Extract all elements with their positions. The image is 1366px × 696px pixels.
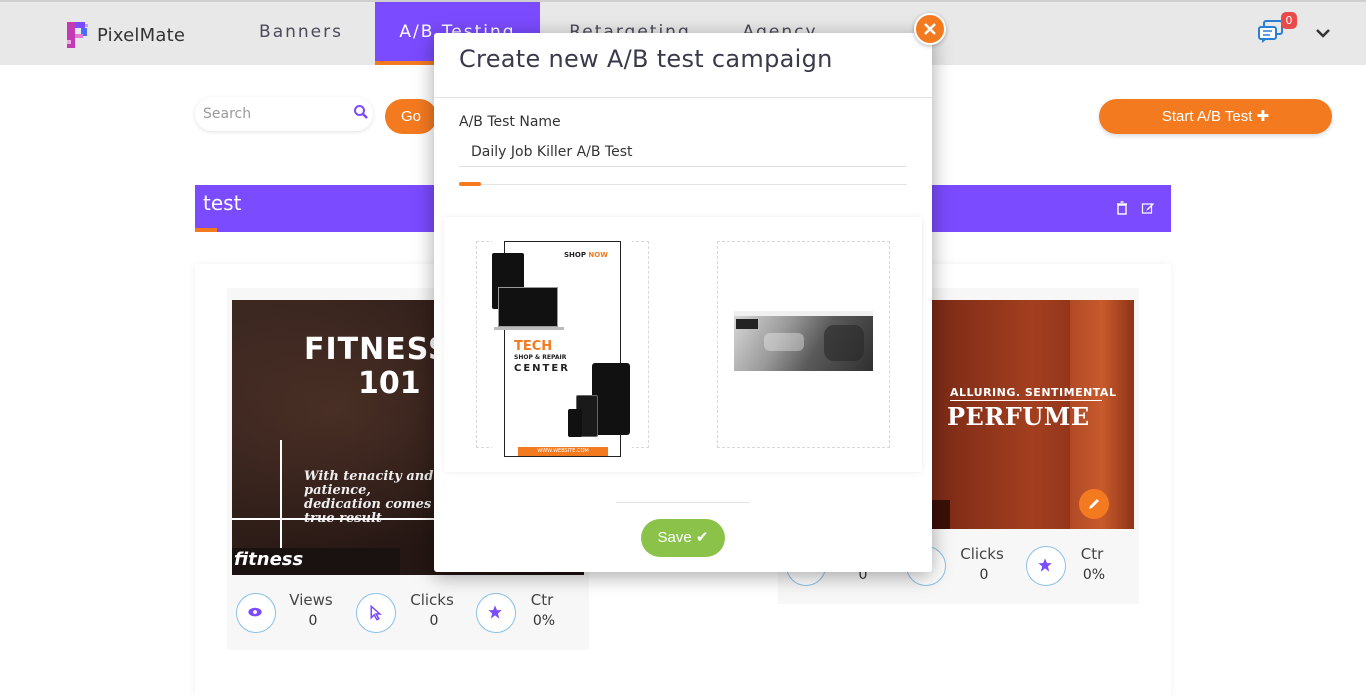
edit-banner-button[interactable] bbox=[1079, 489, 1109, 519]
search-icon[interactable] bbox=[353, 104, 369, 120]
pencil-icon bbox=[1089, 499, 1099, 509]
website-text: WWW.WEBSITE.COM bbox=[518, 447, 608, 456]
banner-subtitle: 101 bbox=[358, 366, 421, 401]
banner-title: PERFUME bbox=[947, 402, 1090, 431]
clicks-value: 0 bbox=[979, 567, 989, 583]
save-button[interactable]: Save ✔ bbox=[641, 519, 725, 557]
views-stat-icon bbox=[236, 593, 276, 633]
ctr-stat-icon bbox=[1026, 546, 1066, 586]
shop-now-text-2: NOW bbox=[588, 251, 608, 259]
search-box bbox=[195, 97, 373, 131]
ctr-label: Ctr bbox=[1080, 545, 1104, 563]
logo-text: PixelMate bbox=[97, 24, 186, 46]
edit-icon[interactable] bbox=[1141, 201, 1155, 215]
chevron-down-icon[interactable] bbox=[1314, 24, 1332, 42]
views-value: 0 bbox=[308, 613, 318, 629]
selected-banner-photo[interactable] bbox=[734, 311, 873, 371]
modal-close-button[interactable] bbox=[914, 13, 946, 45]
test-group-title: test bbox=[203, 191, 242, 215]
banner-selection-area: SHOP NOW TECH SHOP & REPAIR CENTER WWW.W… bbox=[444, 217, 922, 472]
trash-icon[interactable] bbox=[1115, 201, 1129, 215]
selected-banner-tech[interactable]: SHOP NOW TECH SHOP & REPAIR CENTER WWW.W… bbox=[492, 217, 632, 457]
field-divider bbox=[459, 184, 907, 185]
notification-badge: 0 bbox=[1281, 12, 1297, 29]
center-text: CENTER bbox=[514, 363, 570, 374]
save-divider bbox=[616, 502, 750, 503]
tech-text: TECH bbox=[514, 339, 553, 354]
start-ab-test-button[interactable]: Start A/B Test ✚ bbox=[1099, 99, 1332, 134]
banner-subtitle: ALLURING. SENTIMENTAL bbox=[950, 386, 1117, 399]
field-accent bbox=[459, 182, 481, 186]
ctr-value: 0% bbox=[1082, 567, 1106, 583]
banner-title: FITNESS bbox=[304, 332, 451, 367]
views-label: Views bbox=[289, 591, 333, 609]
shop-repair-text: SHOP & REPAIR bbox=[514, 354, 567, 361]
modal-title: Create new A/B test campaign bbox=[459, 45, 833, 73]
title-accent bbox=[195, 228, 217, 232]
clicks-value: 0 bbox=[429, 613, 439, 629]
shop-now-text-1: SHOP bbox=[564, 251, 586, 259]
pixelmate-logo-icon bbox=[67, 22, 91, 48]
banner-caption: fitness bbox=[234, 549, 304, 570]
ctr-value: 0% bbox=[532, 613, 556, 629]
logo[interactable]: PixelMate bbox=[67, 22, 185, 48]
modal-divider bbox=[434, 97, 932, 98]
go-button[interactable]: Go bbox=[385, 99, 437, 134]
nav-banners[interactable]: Banners bbox=[241, 2, 361, 65]
ab-test-name-input[interactable] bbox=[459, 137, 906, 167]
close-icon bbox=[924, 23, 936, 35]
clicks-stat-icon bbox=[356, 593, 396, 633]
ctr-stat-icon bbox=[476, 593, 516, 633]
create-ab-test-modal: Create new A/B test campaign A/B Test Na… bbox=[434, 33, 932, 572]
search-input[interactable] bbox=[203, 103, 343, 125]
clicks-label: Clicks bbox=[410, 591, 454, 609]
ctr-label: Ctr bbox=[530, 591, 554, 609]
ab-test-name-label: A/B Test Name bbox=[459, 114, 561, 130]
clicks-label: Clicks bbox=[960, 545, 1004, 563]
